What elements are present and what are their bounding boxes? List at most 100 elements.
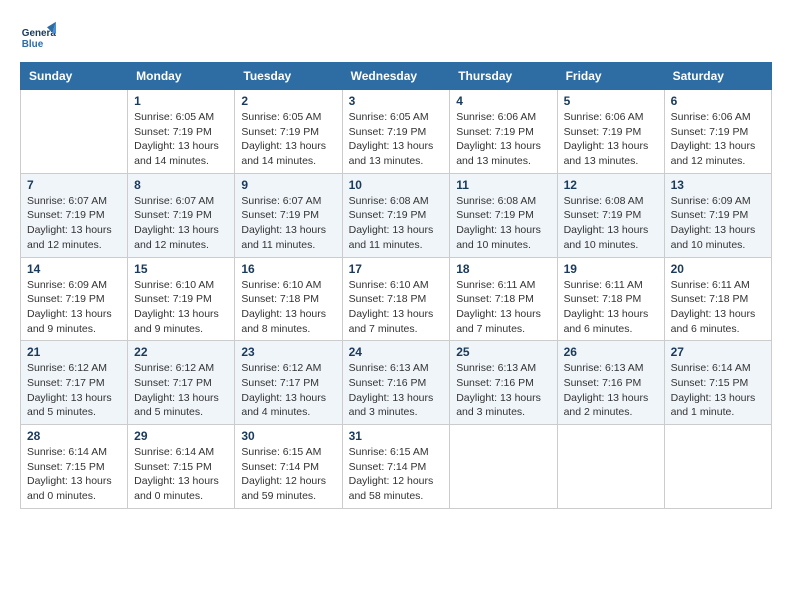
- day-number: 3: [349, 94, 444, 108]
- calendar-cell: 1Sunrise: 6:05 AM Sunset: 7:19 PM Daylig…: [128, 90, 235, 174]
- calendar-cell: 19 Sunrise: 6:11 AM Sunset: 7:18 PM Dayli…: [557, 257, 664, 341]
- column-header-monday: Monday: [128, 63, 235, 90]
- calendar-cell: 20 Sunrise: 6:11 AM Sunset: 7:18 PM Dayli…: [664, 257, 771, 341]
- day-number: 28: [27, 429, 121, 443]
- calendar-cell: 17Sunrise: 6:10 AM Sunset: 7:18 PM Dayli…: [342, 257, 450, 341]
- day-number: 25: [456, 345, 550, 359]
- calendar-cell: 18 Sunrise: 6:11 AM Sunset: 7:18 PM Dayli…: [450, 257, 557, 341]
- day-number: 13: [671, 178, 765, 192]
- day-info: Sunrise: 6:13 AM Sunset: 7:16 PM Dayligh…: [456, 361, 550, 420]
- day-number: 17: [349, 262, 444, 276]
- calendar-cell: 15 Sunrise: 6:10 AM Sunset: 7:19 PM Dayli…: [128, 257, 235, 341]
- calendar-cell: 25 Sunrise: 6:13 AM Sunset: 7:16 PM Dayli…: [450, 341, 557, 425]
- day-number: 11: [456, 178, 550, 192]
- page-header: General Blue: [20, 20, 772, 56]
- calendar-cell: 24 Sunrise: 6:13 AM Sunset: 7:16 PM Dayli…: [342, 341, 450, 425]
- day-number: 31: [349, 429, 444, 443]
- day-info: Sunrise: 6:05 AM Sunset: 7:19 PM Dayligh…: [349, 110, 444, 169]
- calendar-cell: [664, 425, 771, 509]
- day-number: 10: [349, 178, 444, 192]
- day-info: Sunrise: 6:14 AM Sunset: 7:15 PM Dayligh…: [671, 361, 765, 420]
- column-header-thursday: Thursday: [450, 63, 557, 90]
- calendar-cell: 27 Sunrise: 6:14 AM Sunset: 7:15 PM Dayli…: [664, 341, 771, 425]
- day-number: 22: [134, 345, 228, 359]
- day-number: 23: [241, 345, 335, 359]
- calendar-cell: 22Sunrise: 6:12 AM Sunset: 7:17 PM Dayli…: [128, 341, 235, 425]
- week-row-5: 28 Sunrise: 6:14 AM Sunset: 7:15 PM Dayli…: [21, 425, 772, 509]
- week-row-1: 1Sunrise: 6:05 AM Sunset: 7:19 PM Daylig…: [21, 90, 772, 174]
- column-header-saturday: Saturday: [664, 63, 771, 90]
- day-info: Sunrise: 6:06 AM Sunset: 7:19 PM Dayligh…: [456, 110, 550, 169]
- week-row-2: 7Sunrise: 6:07 AM Sunset: 7:19 PM Daylig…: [21, 173, 772, 257]
- day-number: 20: [671, 262, 765, 276]
- day-info: Sunrise: 6:12 AM Sunset: 7:17 PM Dayligh…: [241, 361, 335, 420]
- calendar-cell: 16 Sunrise: 6:10 AM Sunset: 7:18 PM Dayli…: [235, 257, 342, 341]
- day-number: 26: [564, 345, 658, 359]
- column-header-tuesday: Tuesday: [235, 63, 342, 90]
- calendar-cell: 7Sunrise: 6:07 AM Sunset: 7:19 PM Daylig…: [21, 173, 128, 257]
- calendar-cell: 4 Sunrise: 6:06 AM Sunset: 7:19 PM Daylig…: [450, 90, 557, 174]
- day-number: 14: [27, 262, 121, 276]
- calendar-cell: 29Sunrise: 6:14 AM Sunset: 7:15 PM Dayli…: [128, 425, 235, 509]
- calendar-cell: 6Sunrise: 6:06 AM Sunset: 7:19 PM Daylig…: [664, 90, 771, 174]
- calendar-cell: 21 Sunrise: 6:12 AM Sunset: 7:17 PM Dayli…: [21, 341, 128, 425]
- day-info: Sunrise: 6:15 AM Sunset: 7:14 PM Dayligh…: [241, 445, 335, 504]
- day-info: Sunrise: 6:07 AM Sunset: 7:19 PM Dayligh…: [134, 194, 228, 253]
- day-number: 15: [134, 262, 228, 276]
- day-info: Sunrise: 6:13 AM Sunset: 7:16 PM Dayligh…: [349, 361, 444, 420]
- day-info: Sunrise: 6:10 AM Sunset: 7:19 PM Dayligh…: [134, 278, 228, 337]
- calendar-cell: 11 Sunrise: 6:08 AM Sunset: 7:19 PM Dayli…: [450, 173, 557, 257]
- day-info: Sunrise: 6:07 AM Sunset: 7:19 PM Dayligh…: [241, 194, 335, 253]
- calendar-cell: 30 Sunrise: 6:15 AM Sunset: 7:14 PM Dayli…: [235, 425, 342, 509]
- day-info: Sunrise: 6:10 AM Sunset: 7:18 PM Dayligh…: [241, 278, 335, 337]
- day-number: 9: [241, 178, 335, 192]
- calendar-cell: 26 Sunrise: 6:13 AM Sunset: 7:16 PM Dayli…: [557, 341, 664, 425]
- calendar-cell: [21, 90, 128, 174]
- calendar-cell: [557, 425, 664, 509]
- day-info: Sunrise: 6:07 AM Sunset: 7:19 PM Dayligh…: [27, 194, 121, 253]
- day-info: Sunrise: 6:06 AM Sunset: 7:19 PM Dayligh…: [671, 110, 765, 169]
- calendar-cell: 14Sunrise: 6:09 AM Sunset: 7:19 PM Dayli…: [21, 257, 128, 341]
- day-info: Sunrise: 6:11 AM Sunset: 7:18 PM Dayligh…: [456, 278, 550, 337]
- week-row-4: 21 Sunrise: 6:12 AM Sunset: 7:17 PM Dayli…: [21, 341, 772, 425]
- day-info: Sunrise: 6:13 AM Sunset: 7:16 PM Dayligh…: [564, 361, 658, 420]
- day-info: Sunrise: 6:15 AM Sunset: 7:14 PM Dayligh…: [349, 445, 444, 504]
- days-header-row: SundayMondayTuesdayWednesdayThursdayFrid…: [21, 63, 772, 90]
- calendar-table: SundayMondayTuesdayWednesdayThursdayFrid…: [20, 62, 772, 509]
- calendar-cell: 3 Sunrise: 6:05 AM Sunset: 7:19 PM Daylig…: [342, 90, 450, 174]
- day-info: Sunrise: 6:05 AM Sunset: 7:19 PM Dayligh…: [241, 110, 335, 169]
- calendar-cell: 9 Sunrise: 6:07 AM Sunset: 7:19 PM Daylig…: [235, 173, 342, 257]
- day-info: Sunrise: 6:08 AM Sunset: 7:19 PM Dayligh…: [456, 194, 550, 253]
- day-number: 12: [564, 178, 658, 192]
- day-info: Sunrise: 6:08 AM Sunset: 7:19 PM Dayligh…: [349, 194, 444, 253]
- day-number: 16: [241, 262, 335, 276]
- logo-icon: General Blue: [20, 20, 56, 56]
- day-info: Sunrise: 6:14 AM Sunset: 7:15 PM Dayligh…: [27, 445, 121, 504]
- day-info: Sunrise: 6:11 AM Sunset: 7:18 PM Dayligh…: [564, 278, 658, 337]
- calendar-cell: 2 Sunrise: 6:05 AM Sunset: 7:19 PM Daylig…: [235, 90, 342, 174]
- calendar-cell: 31 Sunrise: 6:15 AM Sunset: 7:14 PM Dayli…: [342, 425, 450, 509]
- logo: General Blue: [20, 20, 60, 56]
- calendar-cell: 8 Sunrise: 6:07 AM Sunset: 7:19 PM Daylig…: [128, 173, 235, 257]
- column-header-sunday: Sunday: [21, 63, 128, 90]
- calendar-cell: 5Sunrise: 6:06 AM Sunset: 7:19 PM Daylig…: [557, 90, 664, 174]
- column-header-wednesday: Wednesday: [342, 63, 450, 90]
- day-number: 21: [27, 345, 121, 359]
- day-number: 30: [241, 429, 335, 443]
- day-info: Sunrise: 6:06 AM Sunset: 7:19 PM Dayligh…: [564, 110, 658, 169]
- day-number: 18: [456, 262, 550, 276]
- calendar-cell: 28 Sunrise: 6:14 AM Sunset: 7:15 PM Dayli…: [21, 425, 128, 509]
- day-info: Sunrise: 6:12 AM Sunset: 7:17 PM Dayligh…: [27, 361, 121, 420]
- day-number: 19: [564, 262, 658, 276]
- day-info: Sunrise: 6:05 AM Sunset: 7:19 PM Dayligh…: [134, 110, 228, 169]
- day-number: 2: [241, 94, 335, 108]
- day-info: Sunrise: 6:11 AM Sunset: 7:18 PM Dayligh…: [671, 278, 765, 337]
- svg-text:Blue: Blue: [22, 39, 44, 50]
- day-number: 4: [456, 94, 550, 108]
- day-number: 8: [134, 178, 228, 192]
- day-info: Sunrise: 6:09 AM Sunset: 7:19 PM Dayligh…: [671, 194, 765, 253]
- day-number: 24: [349, 345, 444, 359]
- calendar-cell: 10 Sunrise: 6:08 AM Sunset: 7:19 PM Dayli…: [342, 173, 450, 257]
- day-number: 27: [671, 345, 765, 359]
- day-number: 29: [134, 429, 228, 443]
